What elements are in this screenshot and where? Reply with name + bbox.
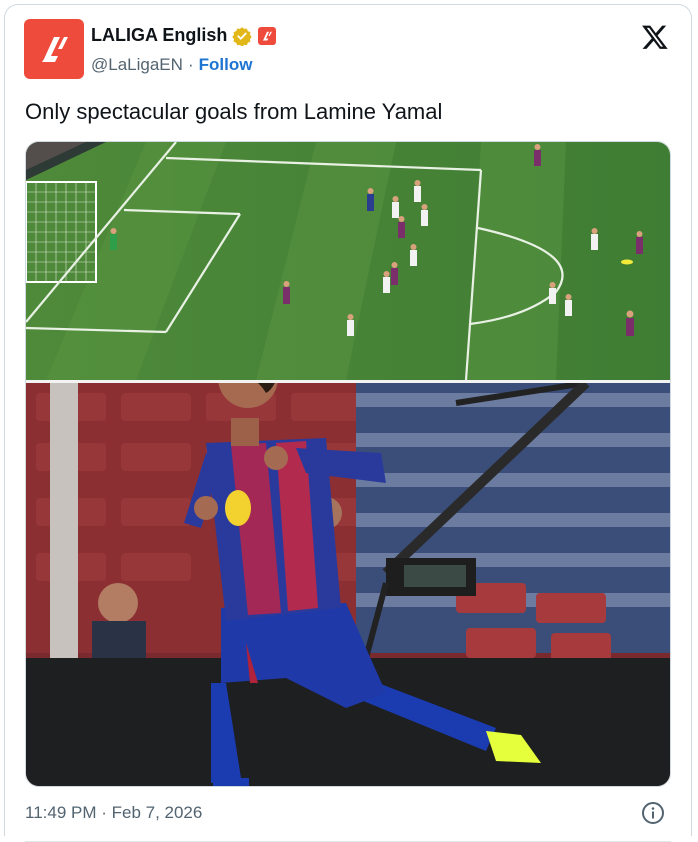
avatar[interactable]	[24, 19, 84, 79]
player-photo[interactable]	[26, 383, 671, 787]
info-icon[interactable]	[641, 801, 665, 825]
author-handle[interactable]: @LaLigaEN	[91, 55, 183, 75]
laliga-logo-icon	[42, 37, 68, 62]
tweet-media[interactable]	[25, 141, 671, 787]
tweet-text: Only spectacular goals from Lamine Yamal	[25, 99, 443, 124]
pitch-photo[interactable]	[26, 142, 671, 380]
author-handle-row: @LaLigaEN · Follow	[91, 55, 252, 75]
author-display-name[interactable]: LALIGA English	[91, 25, 227, 46]
verified-badge-icon	[232, 26, 252, 46]
x-logo-icon[interactable]	[641, 23, 669, 51]
separator: ·	[187, 55, 194, 74]
tweet-timestamp[interactable]: 11:49 PM · Feb 7, 2026	[25, 803, 202, 823]
affiliate-badge-icon	[258, 26, 277, 45]
follow-button[interactable]: Follow	[199, 55, 253, 75]
tweet-card: LALIGA English @LaLigaEN · Follow Only s…	[4, 4, 692, 842]
author-name-row: LALIGA English	[91, 25, 277, 46]
